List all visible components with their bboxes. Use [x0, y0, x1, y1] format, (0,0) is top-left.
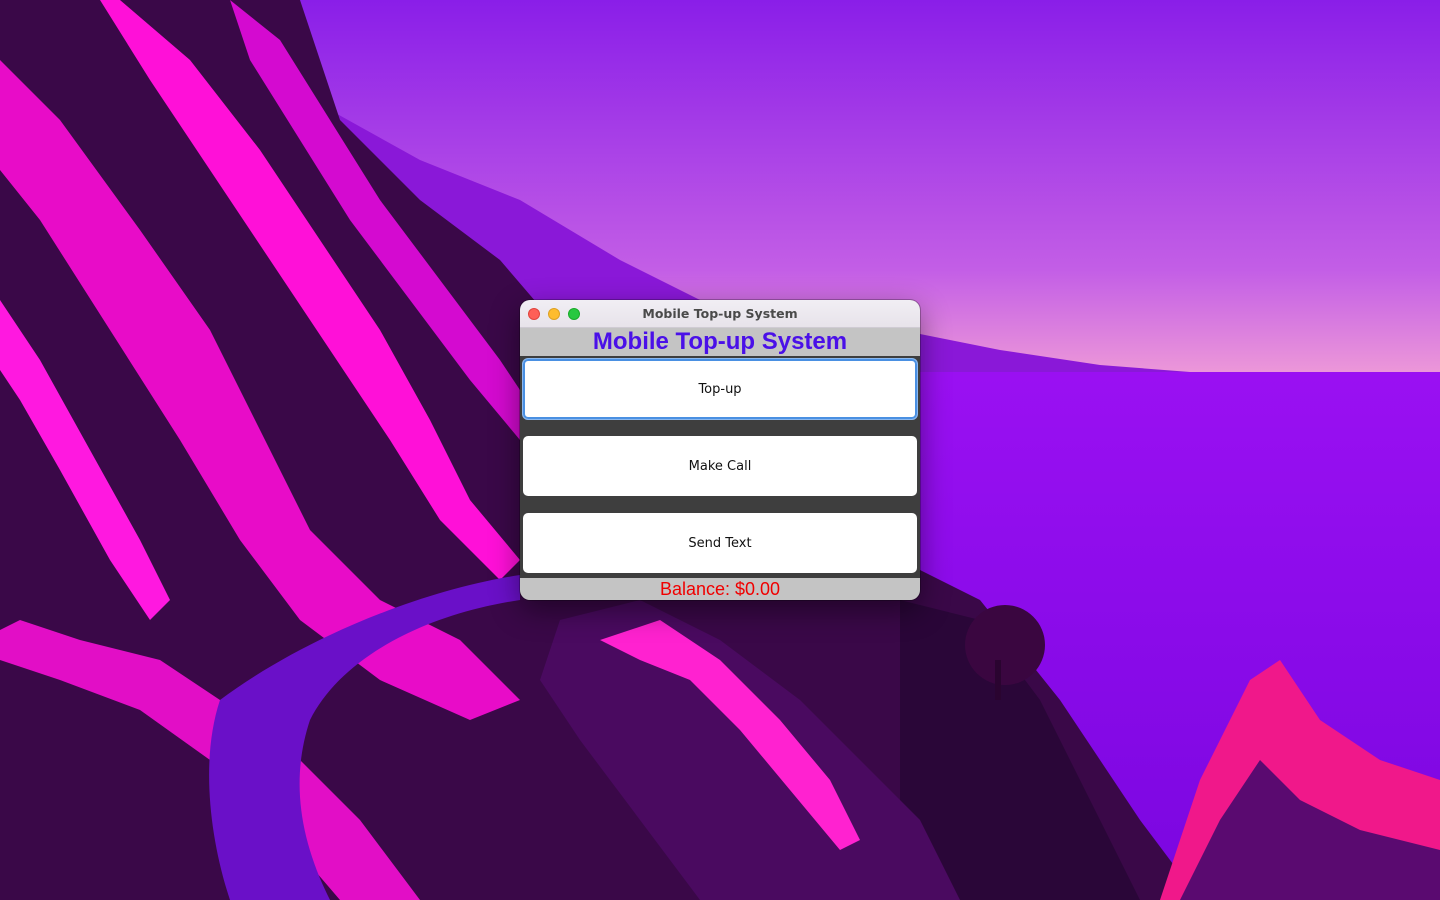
desktop: Mobile Top-up System Mobile Top-up Syste…: [0, 0, 1440, 900]
window-titlebar[interactable]: Mobile Top-up System: [520, 300, 920, 328]
window-title: Mobile Top-up System: [642, 306, 798, 321]
app-window: Mobile Top-up System Mobile Top-up Syste…: [520, 300, 920, 600]
header-panel: Mobile Top-up System: [520, 328, 920, 356]
top-up-button[interactable]: Top-up: [523, 359, 917, 419]
app-title: Mobile Top-up System: [592, 328, 848, 355]
button-panel: Top-up Make Call Send Text: [520, 356, 920, 578]
balance-label: Balance: $0.00: [659, 579, 781, 599]
send-text-button[interactable]: Send Text: [523, 513, 917, 573]
make-call-button[interactable]: Make Call: [523, 436, 917, 496]
footer-panel: Balance: $0.00: [520, 578, 920, 600]
